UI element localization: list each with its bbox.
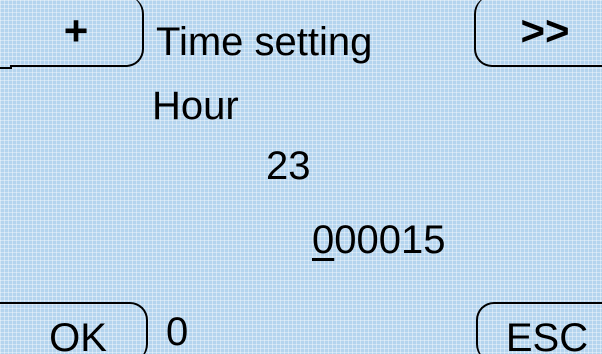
next-button[interactable]: >> xyxy=(474,0,602,67)
parameter-number: 23 xyxy=(266,144,311,188)
esc-label: ESC xyxy=(505,316,589,354)
ok-label: OK xyxy=(49,316,107,354)
selected-digit: 0 xyxy=(312,218,335,262)
escape-button[interactable]: ESC xyxy=(476,302,602,354)
plus-button[interactable]: + xyxy=(10,0,144,67)
screen-title: Time setting xyxy=(156,20,373,64)
parameter-value-field[interactable]: 000015 xyxy=(312,220,445,260)
top-left-divider xyxy=(0,67,12,69)
lcd-screen: + Time setting >> Hour 23 000015 OK 0 ES… xyxy=(0,0,602,354)
ok-button[interactable]: OK xyxy=(10,302,148,354)
parameter-name: Hour xyxy=(152,84,239,128)
remaining-digits: 00015 xyxy=(334,218,446,262)
next-label: >> xyxy=(520,6,570,54)
plus-label: + xyxy=(63,6,89,54)
status-value: 0 xyxy=(166,310,189,354)
